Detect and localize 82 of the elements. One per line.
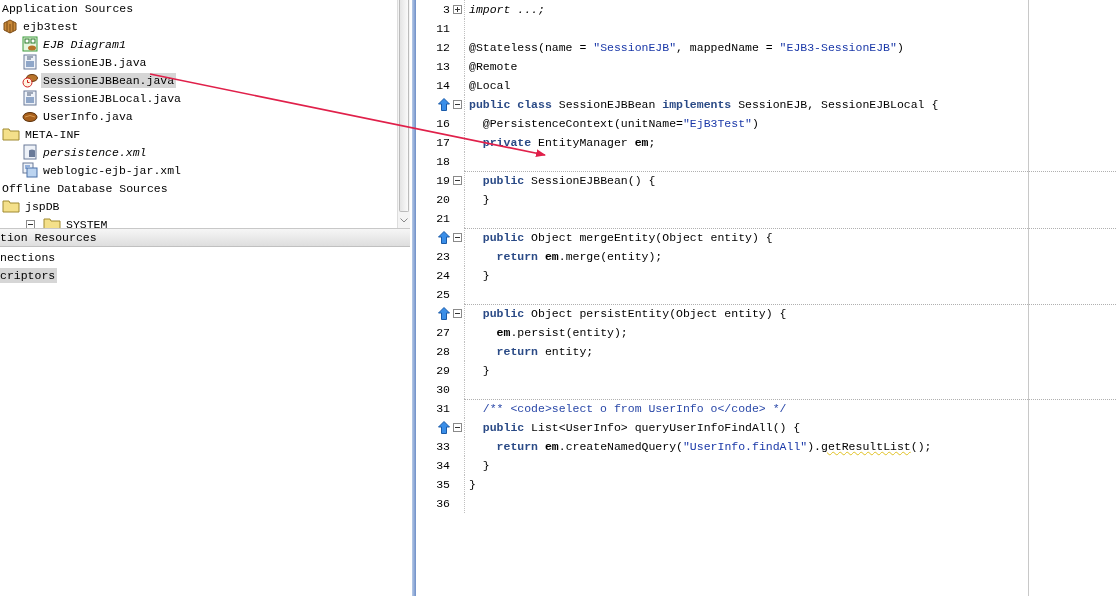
line-number: 28: [436, 345, 450, 358]
line-number: 29: [436, 364, 450, 377]
database-file-icon: [22, 144, 38, 160]
line-number: 3: [443, 3, 450, 16]
package-icon: [2, 18, 18, 34]
up-arrow-icon[interactable]: [438, 307, 450, 320]
java-file-icon: [22, 54, 38, 70]
line-number: 18: [436, 155, 450, 168]
up-arrow-icon[interactable]: [438, 421, 450, 434]
line-number: 34: [436, 459, 450, 472]
code-line: }: [481, 193, 490, 206]
line-number: 30: [436, 383, 450, 396]
tree-item[interactable]: jspDB: [23, 198, 62, 214]
code-line: public List<UserInfo> queryUserInfoFindAll() {: [481, 421, 801, 434]
line-number: 36: [436, 497, 450, 510]
code-line: em.persist(entity);: [495, 326, 628, 339]
code-line: public Object persistEntity(Object entity) {: [481, 307, 787, 320]
code-line: return em.createNamedQuery("UserInfo.findAll").getResultList();: [495, 440, 932, 453]
line-number: 24: [436, 269, 450, 282]
up-arrow-icon[interactable]: [438, 98, 450, 111]
tree-item[interactable]: ejb3test: [21, 18, 81, 34]
code-line: }: [469, 478, 476, 491]
code-line: }: [481, 269, 490, 282]
up-arrow-icon[interactable]: [438, 231, 450, 244]
tree-item[interactable]: weblogic-ejb-jar.xml: [41, 162, 184, 178]
folder-icon: [2, 126, 20, 142]
splitter[interactable]: [410, 0, 416, 596]
expand-toggle[interactable]: [452, 5, 462, 14]
xml-file-icon: [22, 162, 38, 178]
tree-item[interactable]: UserInfo.java: [41, 108, 135, 124]
chevron-down-icon[interactable]: [400, 217, 408, 223]
tree-item[interactable]: SessionEJBBean.java: [41, 72, 177, 88]
collapse-toggle[interactable]: [452, 176, 462, 185]
tree-item[interactable]: criptors: [0, 267, 58, 283]
code-line: /** <code>select o from UserInfo o</code> */: [481, 402, 787, 415]
line-number: 25: [436, 288, 450, 301]
collapse-toggle[interactable]: [452, 100, 462, 109]
java-file-icon: [22, 90, 38, 106]
tree-item[interactable]: nections: [0, 249, 58, 265]
collapse-toggle[interactable]: [452, 423, 462, 432]
line-number: 19: [436, 174, 450, 187]
code-line: @Stateless(name = "SessionEJB", mappedName = "EJB3-SessionEJB"): [469, 41, 904, 54]
collapse-toggle[interactable]: [26, 219, 35, 228]
code-line: }: [481, 459, 490, 472]
tree-item[interactable]: persistence.xml: [41, 144, 149, 160]
tree-item[interactable]: SessionEJBLocal.java: [41, 90, 184, 106]
line-number: 23: [436, 250, 450, 263]
scrollbar[interactable]: [397, 0, 410, 228]
code-line: public class SessionEJBBean implements SessionEJB, SessionEJBLocal {: [469, 98, 939, 111]
tree-item[interactable]: Offline Database Sources: [0, 180, 170, 196]
tree-item[interactable]: EJB Diagram1: [41, 36, 128, 52]
code-line: return entity;: [495, 345, 594, 358]
code-line: public Object mergeEntity(Object entity) {: [481, 231, 773, 244]
code-line: }: [481, 364, 490, 377]
line-number: 21: [436, 212, 450, 225]
line-number: 17: [436, 136, 450, 149]
line-number: 14: [436, 79, 450, 92]
line-number: 31: [436, 402, 450, 415]
section-header[interactable]: tion Resources: [0, 228, 410, 247]
tree-item[interactable]: META-INF: [23, 126, 83, 142]
line-number: 33: [436, 440, 450, 453]
line-number: 27: [436, 326, 450, 339]
code-line: import ...;: [469, 3, 545, 16]
code-line: @Local: [469, 79, 511, 92]
line-number: 16: [436, 117, 450, 130]
code-line: @PersistenceContext(unitName="EjB3Test"): [481, 117, 759, 130]
diagram-icon: [22, 36, 38, 52]
collapse-toggle[interactable]: [452, 233, 462, 242]
line-number: 12: [436, 41, 450, 54]
tree-item[interactable]: Application Sources: [0, 0, 136, 16]
line-number: 35: [436, 478, 450, 491]
code-line: return em.merge(entity);: [495, 250, 663, 263]
tree-item[interactable]: SessionEJB.java: [41, 54, 149, 70]
line-number: 20: [436, 193, 450, 206]
bean-clock-icon: [22, 72, 38, 88]
code-line: public SessionEJBBean() {: [481, 174, 656, 187]
line-number: 13: [436, 60, 450, 73]
folder-icon: [2, 198, 20, 214]
code-line: @Remote: [469, 60, 518, 73]
line-number: 11: [436, 22, 450, 35]
tree-item[interactable]: SYSTEM: [64, 216, 110, 228]
collapse-toggle[interactable]: [452, 309, 462, 318]
